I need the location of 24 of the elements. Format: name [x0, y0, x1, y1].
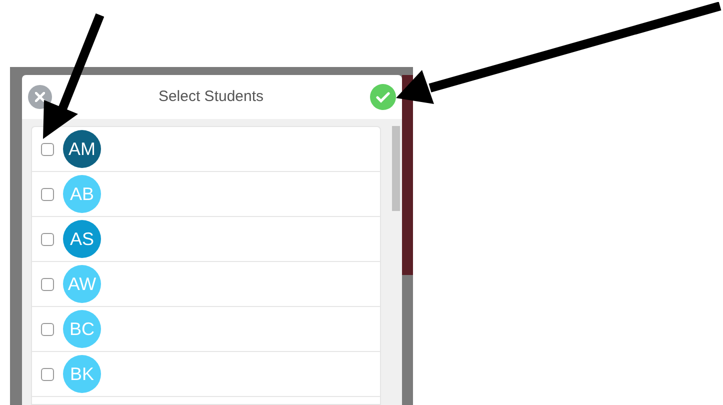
- checkbox[interactable]: [41, 322, 54, 336]
- checkbox[interactable]: [41, 232, 54, 246]
- student-row[interactable]: AS: [32, 217, 380, 262]
- checkbox[interactable]: [41, 142, 54, 156]
- student-avatar: AW: [63, 265, 101, 303]
- close-icon: [35, 92, 45, 102]
- close-button[interactable]: [28, 85, 52, 109]
- student-avatar: AM: [63, 130, 101, 168]
- student-avatar: BC: [63, 310, 101, 348]
- dialog-title: Select Students: [158, 86, 264, 107]
- student-row[interactable]: AW: [32, 262, 380, 307]
- scrollbar[interactable]: [392, 126, 400, 211]
- checkbox[interactable]: [41, 188, 54, 200]
- student-row[interactable]: BC: [32, 307, 380, 352]
- student-avatar: BK: [63, 355, 101, 393]
- student-avatar: AB: [63, 175, 101, 213]
- check-icon: [376, 92, 390, 102]
- student-row[interactable]: BK: [32, 352, 380, 397]
- confirm-button[interactable]: [370, 84, 396, 110]
- checkbox[interactable]: [41, 278, 54, 290]
- student-avatar: AS: [63, 220, 101, 258]
- student-row[interactable]: AM: [32, 127, 380, 172]
- student-row[interactable]: AB: [32, 172, 380, 217]
- checkbox[interactable]: [41, 368, 54, 380]
